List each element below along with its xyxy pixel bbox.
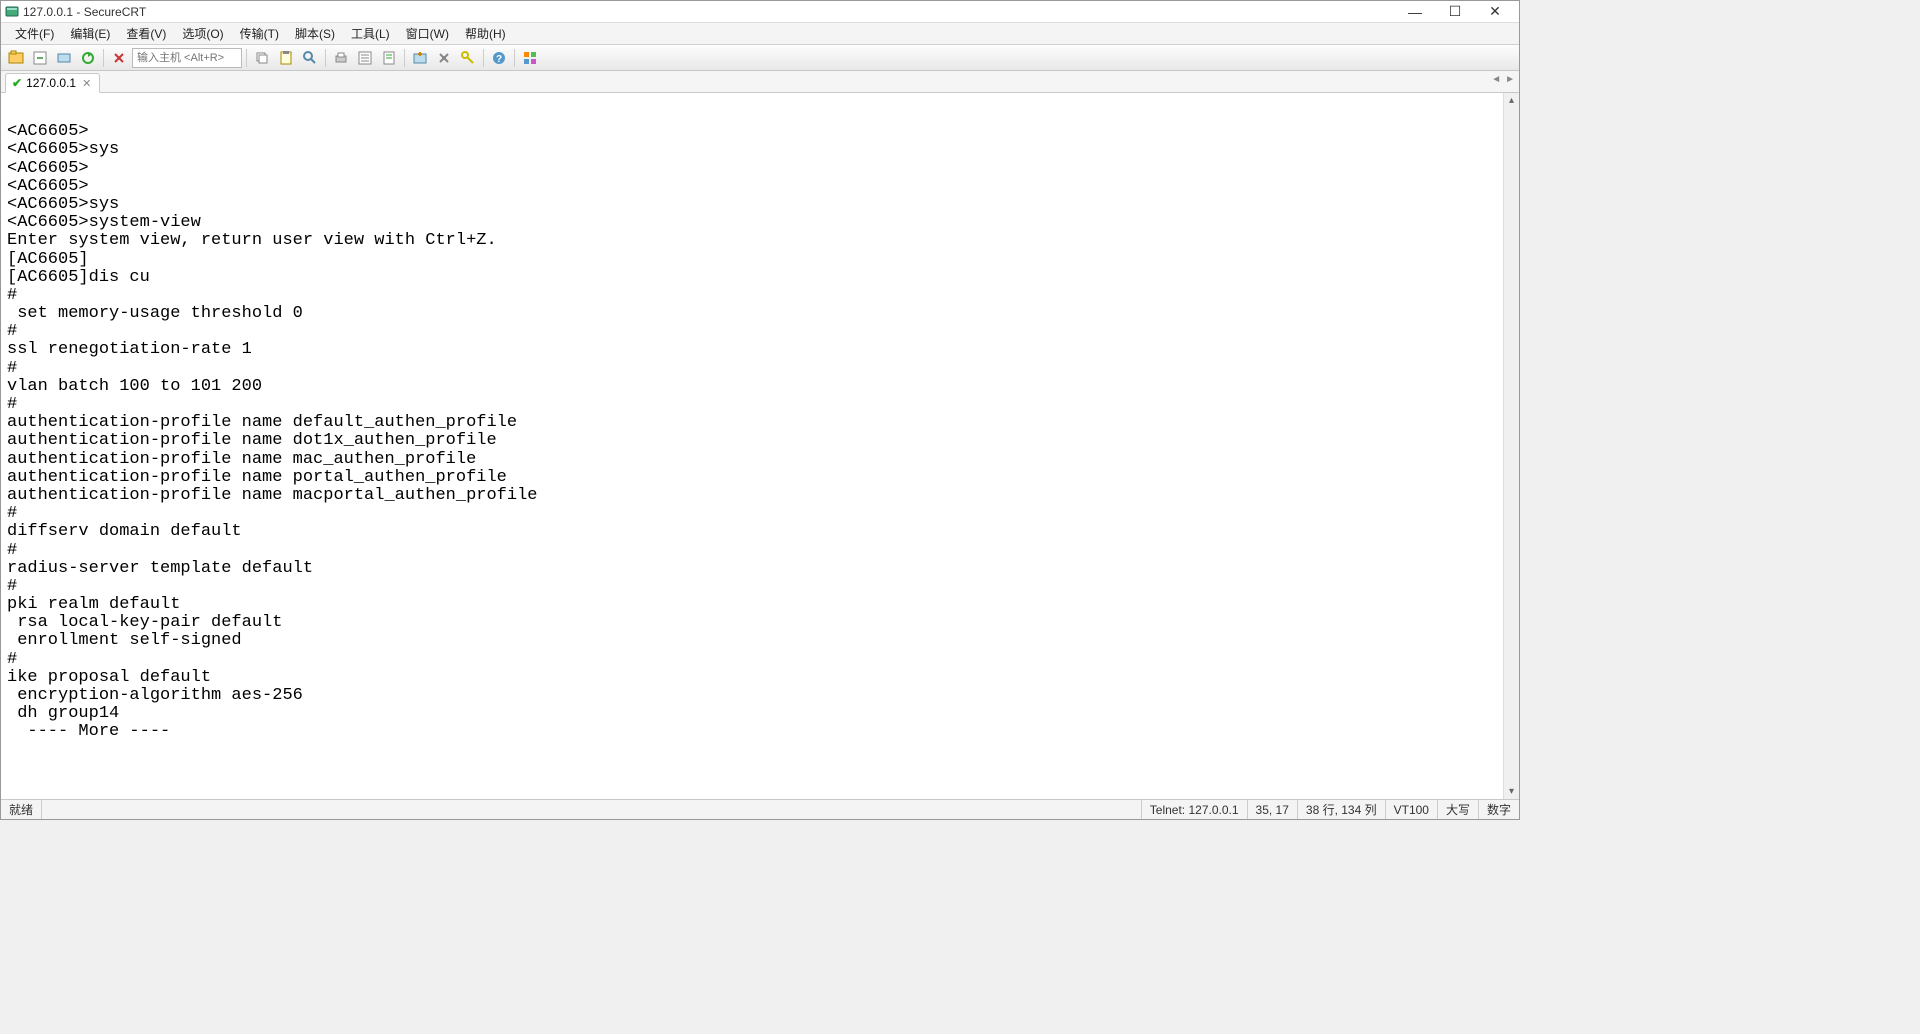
menu-file[interactable]: 文件(F) — [7, 23, 62, 44]
terminal-container: <AC6605> <AC6605>sys <AC6605> <AC6605> <… — [1, 93, 1519, 799]
find-icon[interactable] — [299, 47, 321, 69]
minimize-button[interactable]: — — [1395, 1, 1435, 23]
help-icon[interactable]: ? — [488, 47, 510, 69]
app-icon — [5, 5, 19, 19]
connect-icon[interactable] — [5, 47, 27, 69]
status-caps: 大写 — [1437, 800, 1478, 819]
terminal[interactable]: <AC6605> <AC6605>sys <AC6605> <AC6605> <… — [1, 93, 1503, 799]
menu-help[interactable]: 帮助(H) — [457, 23, 514, 44]
tab-close-icon[interactable]: ✕ — [80, 77, 93, 90]
options-icon[interactable] — [433, 47, 455, 69]
session-tab[interactable]: ✔ 127.0.0.1 ✕ — [5, 73, 100, 93]
tabbar: ✔ 127.0.0.1 ✕ ◄ ► — [1, 71, 1519, 93]
scroll-up-icon[interactable]: ▴ — [1509, 93, 1514, 108]
log-icon[interactable] — [378, 47, 400, 69]
tab-prev-icon[interactable]: ◄ — [1491, 74, 1501, 85]
status-size: 38 行, 134 列 — [1297, 800, 1385, 819]
window-title: 127.0.0.1 - SecureCRT — [23, 5, 146, 19]
toolbar: ? — [1, 45, 1519, 71]
connected-icon: ✔ — [12, 76, 22, 90]
statusbar: 就绪 Telnet: 127.0.0.1 35, 17 38 行, 134 列 … — [1, 799, 1519, 819]
status-num: 数字 — [1478, 800, 1519, 819]
svg-text:?: ? — [496, 54, 502, 65]
titlebar: 127.0.0.1 - SecureCRT — ☐ ✕ — [1, 1, 1519, 23]
menu-view[interactable]: 查看(V) — [118, 23, 174, 44]
menu-options[interactable]: 选项(O) — [174, 23, 231, 44]
properties-icon[interactable] — [354, 47, 376, 69]
status-term: VT100 — [1385, 800, 1437, 819]
menu-transfer[interactable]: 传输(T) — [232, 23, 287, 44]
copy-icon[interactable] — [251, 47, 273, 69]
menu-window[interactable]: 窗口(W) — [398, 23, 457, 44]
host-input[interactable] — [132, 48, 242, 68]
menu-edit[interactable]: 编辑(E) — [62, 23, 118, 44]
maximize-button[interactable]: ☐ — [1435, 1, 1475, 23]
key-icon[interactable] — [457, 47, 479, 69]
vertical-scrollbar[interactable]: ▴ ▾ — [1503, 93, 1519, 799]
new-session-icon[interactable] — [409, 47, 431, 69]
tab-label: 127.0.0.1 — [26, 76, 76, 90]
disconnect-icon[interactable] — [108, 47, 130, 69]
paste-icon[interactable] — [275, 47, 297, 69]
status-ready: 就绪 — [1, 800, 41, 819]
tab-next-icon[interactable]: ► — [1505, 74, 1515, 85]
print-icon[interactable] — [330, 47, 352, 69]
connect-bar-icon[interactable] — [53, 47, 75, 69]
quick-connect-icon[interactable] — [29, 47, 51, 69]
status-connection: Telnet: 127.0.0.1 — [1141, 800, 1247, 819]
scroll-down-icon[interactable]: ▾ — [1509, 784, 1514, 799]
status-cursor: 35, 17 — [1247, 800, 1297, 819]
menubar: 文件(F) 编辑(E) 查看(V) 选项(O) 传输(T) 脚本(S) 工具(L… — [1, 23, 1519, 45]
menu-script[interactable]: 脚本(S) — [287, 23, 343, 44]
reconnect-icon[interactable] — [77, 47, 99, 69]
menu-tools[interactable]: 工具(L) — [343, 23, 398, 44]
close-button[interactable]: ✕ — [1475, 1, 1515, 23]
session-manager-icon[interactable] — [519, 47, 541, 69]
